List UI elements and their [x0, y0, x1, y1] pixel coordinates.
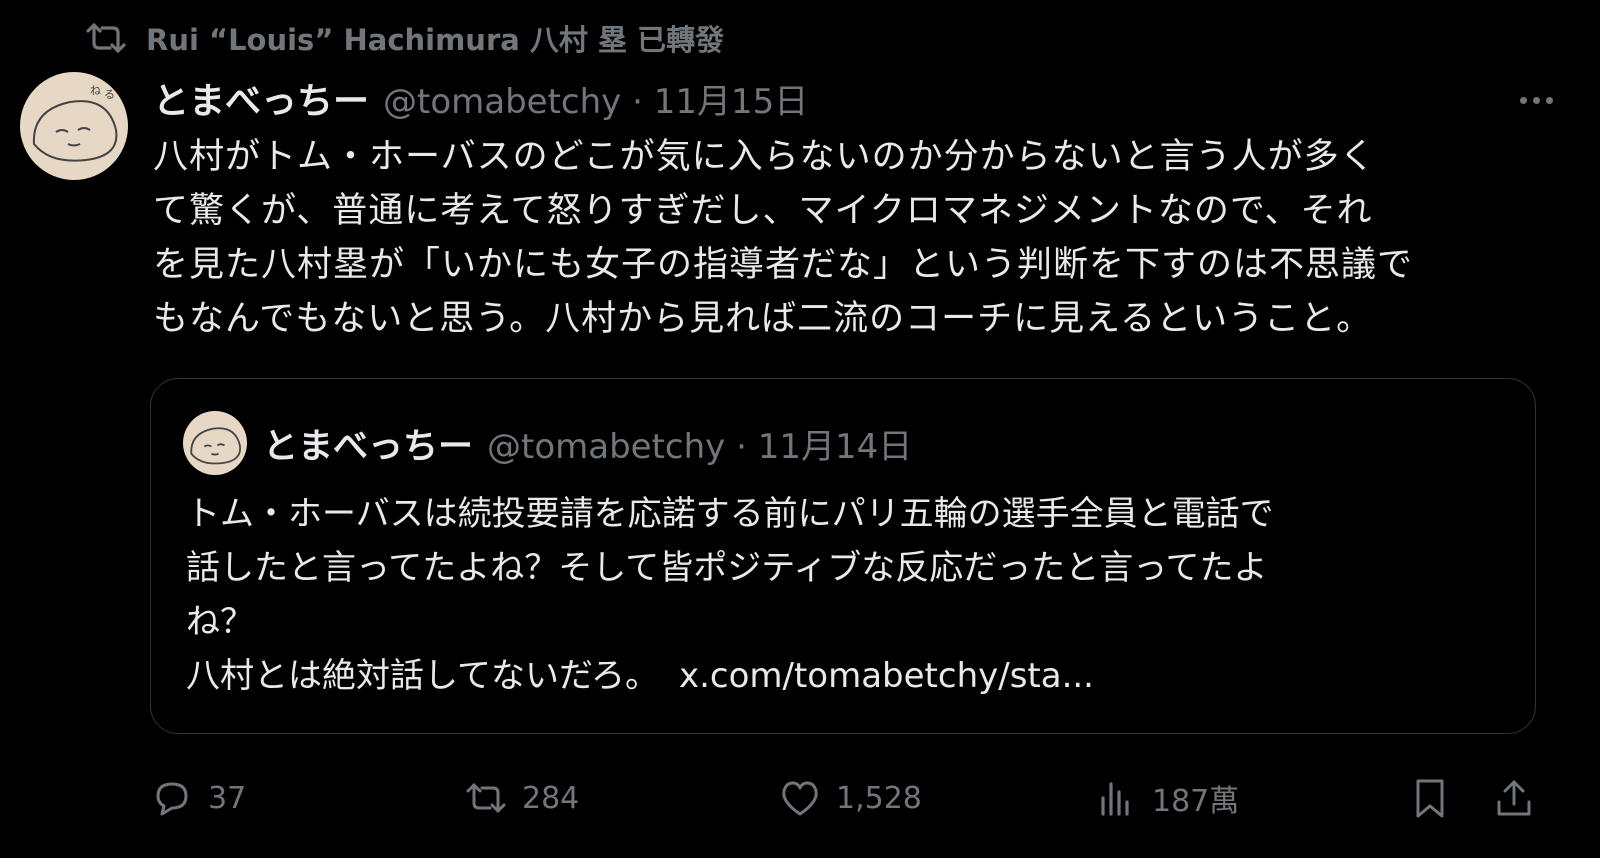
repost-text: Rui “Louis” Hachimura 八村 塁 已轉發 [146, 23, 725, 57]
quoted-handle-and-date: @tomabetchy · 11月14日 [487, 426, 913, 467]
repost-count: 284 [522, 780, 580, 816]
views-count: 187萬 [1152, 784, 1240, 819]
tweet-text-line: を見た八村塁が「いかにも女子の指導者だな」という判断を下すのは不思議で [153, 245, 1414, 285]
reply-count: 37 [208, 780, 247, 816]
reply-button[interactable]: 37 [150, 768, 246, 828]
heart-icon [782, 781, 818, 816]
quoted-link[interactable]: x.com/tomabetchy/sta... [679, 656, 1094, 696]
quoted-text: トム・ホーバスは続投要請を応諾する前にパリ五輪の選手全員と電話で 話したと言って… [186, 487, 1506, 703]
action-bar: 37 284 1,528 187萬 [0, 768, 1600, 828]
avatar[interactable]: ね る [20, 72, 128, 180]
display-name[interactable]: とまべっちー [153, 72, 369, 124]
tweet-text: 八村がトム・ホーバスのどこが気に入らないのか分からないと言う人が多く て驚くが、… [153, 130, 1543, 346]
quoted-tweet[interactable]: とまべっちー @tomabetchy · 11月14日 トム・ホーバスは続投要請… [150, 378, 1536, 734]
quoted-text-line: 八村とは絶対話してないだろ。 x.com/tomabetchy/sta... [186, 649, 1506, 703]
repost-indicator[interactable]: Rui “Louis” Hachimura 八村 塁 已轉發 [84, 18, 724, 58]
bookmark-icon [1416, 779, 1444, 818]
tweet-header: とまべっちー @tomabetchy · 11月15日 [153, 72, 808, 124]
views-icon [1101, 782, 1129, 816]
tweet-text-line: て驚くが、普通に考えて怒りすぎだし、マイクロマネジメントなので、それ [153, 191, 1373, 231]
share-button[interactable] [1492, 768, 1536, 828]
quoted-display-name: とまべっちー [263, 426, 474, 467]
svg-text:ね: ね [90, 84, 101, 97]
like-count: 1,528 [836, 780, 922, 816]
tweet-text-line: 八村がトム・ホーバスのどこが気に入らないのか分からないと言う人が多く [153, 137, 1376, 177]
quoted-avatar [183, 411, 247, 475]
share-icon [1497, 780, 1531, 816]
quoted-text-line: トム・ホーバスは続投要請を応諾する前にパリ五輪の選手全員と電話で [186, 494, 1274, 534]
handle-and-date[interactable]: @tomabetchy · 11月15日 [383, 74, 808, 123]
svg-text:る: る [104, 88, 115, 101]
quoted-header: とまべっちー @tomabetchy · 11月14日 [263, 415, 912, 471]
quoted-last-line-text: 八村とは絶対話してないだろ。 [186, 656, 659, 696]
repost-button[interactable]: 284 [464, 768, 579, 828]
avatar-face-icon: ね る [32, 84, 118, 162]
reply-icon [156, 782, 188, 816]
repost-icon [466, 783, 506, 813]
bookmark-button[interactable] [1408, 768, 1452, 828]
repost-icon [86, 23, 126, 53]
avatar-face-icon [190, 427, 242, 465]
like-button[interactable]: 1,528 [778, 768, 922, 828]
tweet-text-line: もなんでもないと思う。八村から見れば二流のコーチに見えるということ。 [153, 299, 1373, 339]
quoted-text-line: 話したと言ってたよね？そして皆ポジティブな反応だったと言ってたよ [186, 548, 1268, 588]
quoted-text-line: ね？ [186, 602, 254, 642]
views-button[interactable]: 187萬 [1094, 768, 1239, 828]
more-icon[interactable] [1512, 80, 1560, 120]
